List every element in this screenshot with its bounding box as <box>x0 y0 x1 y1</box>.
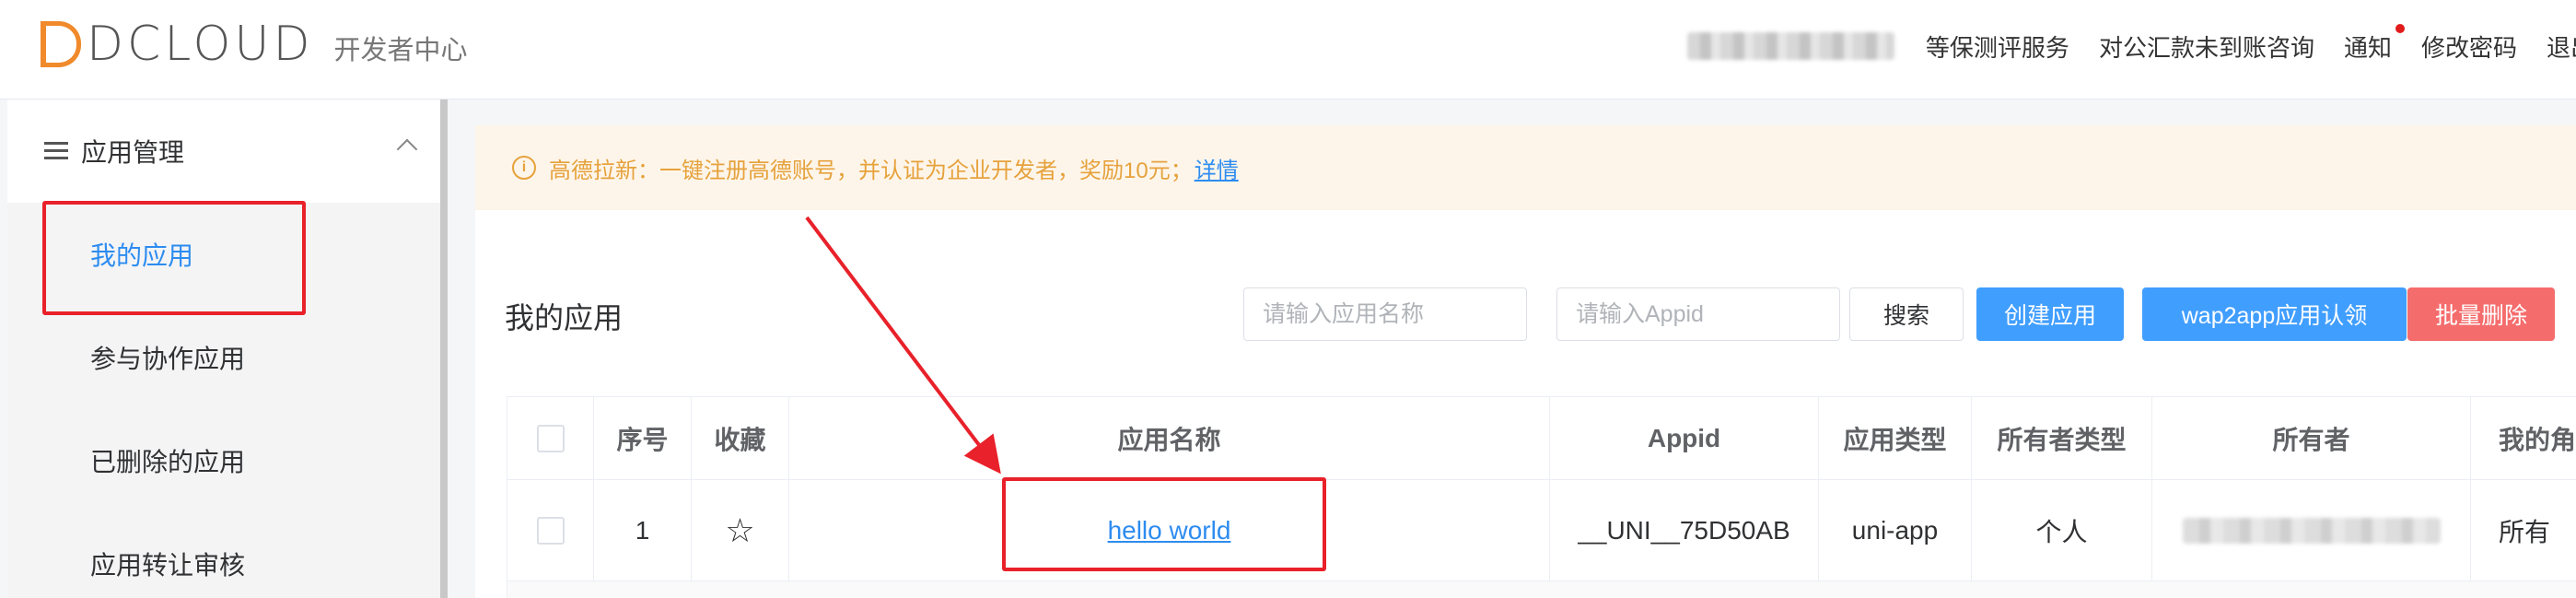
appid-search-input[interactable] <box>1556 287 1840 341</box>
search-button[interactable]: 搜索 <box>1849 287 1964 341</box>
table-row: 1 ☆ hello world __UNI__75D50AB uni-app 个… <box>507 480 2576 581</box>
top-nav: 等保测评服务 对公汇款未到账咨询 通知 修改密码 退出 <box>1686 0 2576 92</box>
row-owner-type: 个人 <box>1972 480 2152 580</box>
header-owner-type: 所有者类型 <box>1972 397 2152 479</box>
table-header-row: 序号 收藏 应用名称 Appid 应用类型 所有者类型 所有者 我的角 <box>507 397 2576 480</box>
user-account-redacted[interactable] <box>1686 32 1894 60</box>
header-no: 序号 <box>594 397 692 479</box>
row-checkbox-cell <box>507 480 594 580</box>
apps-table: 序号 收藏 应用名称 Appid 应用类型 所有者类型 所有者 我的角 1 ☆ … <box>507 396 2576 598</box>
sidebar-group-label: 应用管理 <box>81 138 185 167</box>
create-app-button[interactable]: 创建应用 <box>1976 287 2124 341</box>
batch-delete-button[interactable]: 批量删除 <box>2407 287 2555 341</box>
sidebar-group-app-management[interactable]: 应用管理 <box>7 100 440 203</box>
wap2app-claim-button[interactable]: wap2app应用认领 <box>2142 287 2407 341</box>
dcloud-logo[interactable]: DCLOUD 开发者中心 <box>41 20 468 68</box>
logo-subtitle: 开发者中心 <box>333 36 468 65</box>
row-no: 1 <box>594 480 692 580</box>
nav-change-password[interactable]: 修改密码 <box>2421 29 2517 64</box>
row-my-role: 所有 <box>2471 480 2576 580</box>
header-my-role: 我的角 <box>2471 397 2576 479</box>
row-app-type: uni-app <box>1819 480 1972 580</box>
select-all-checkbox[interactable] <box>536 424 565 452</box>
top-header: DCLOUD 开发者中心 等保测评服务 对公汇款未到账咨询 通知 修改密码 退出 <box>0 0 2576 100</box>
header-owner: 所有者 <box>2152 397 2471 479</box>
nav-notifications[interactable]: 通知 <box>2343 23 2405 64</box>
sidebar: 应用管理 我的应用 参与协作应用 已删除的应用 应用转让审核 <box>7 100 440 598</box>
logo-text: DCLOUD <box>87 17 314 72</box>
owner-redacted <box>2182 517 2441 544</box>
notice-text: 高德拉新：一键注册高德账号，并认证为企业开发者，奖励10元； <box>549 158 1193 183</box>
row-fav-cell: ☆ <box>692 480 789 580</box>
highlight-box-app-name <box>1002 477 1326 571</box>
info-icon: i <box>512 156 536 180</box>
header-appid: Appid <box>1550 397 1819 479</box>
row-owner-cell <box>2152 480 2471 580</box>
header-fav: 收藏 <box>692 397 789 479</box>
notification-dot-icon <box>2395 23 2405 33</box>
chevron-up-icon <box>396 138 418 160</box>
sidebar-item-collab-apps[interactable]: 参与协作应用 <box>7 306 440 409</box>
main-content: i 高德拉新：一键注册高德账号，并认证为企业开发者，奖励10元； 详情 我的应用… <box>475 125 2576 598</box>
header-app-type: 应用类型 <box>1819 397 1972 479</box>
table-row-partial <box>507 581 2576 598</box>
sidebar-scrollbar[interactable] <box>440 100 448 598</box>
app-name-search-input[interactable] <box>1243 287 1527 341</box>
header-checkbox-cell <box>507 397 594 479</box>
page-title: 我的应用 <box>505 301 624 334</box>
nav-remittance-inquiry[interactable]: 对公汇款未到账咨询 <box>2099 29 2314 64</box>
sidebar-item-transfer-review[interactable]: 应用转让审核 <box>7 512 440 598</box>
star-icon[interactable]: ☆ <box>725 513 754 547</box>
row-appid: __UNI__75D50AB <box>1550 480 1819 580</box>
logo-mark-icon <box>41 21 81 67</box>
nav-security-assessment[interactable]: 等保测评服务 <box>1926 29 2069 64</box>
highlight-box-my-apps <box>42 201 306 315</box>
sidebar-item-deleted-apps[interactable]: 已删除的应用 <box>7 409 440 512</box>
nav-logout[interactable]: 退出 <box>2547 29 2576 64</box>
row-checkbox[interactable] <box>536 516 565 545</box>
header-app-name: 应用名称 <box>789 397 1550 479</box>
list-icon <box>44 142 68 160</box>
notice-detail-link[interactable]: 详情 <box>1195 152 1239 184</box>
toolbar: 我的应用 搜索 创建应用 wap2app应用认领 批量删除 <box>475 282 2576 346</box>
nav-notifications-label: 通知 <box>2343 33 2392 62</box>
promo-notice: i 高德拉新：一键注册高德账号，并认证为企业开发者，奖励10元； 详情 <box>475 125 2576 210</box>
